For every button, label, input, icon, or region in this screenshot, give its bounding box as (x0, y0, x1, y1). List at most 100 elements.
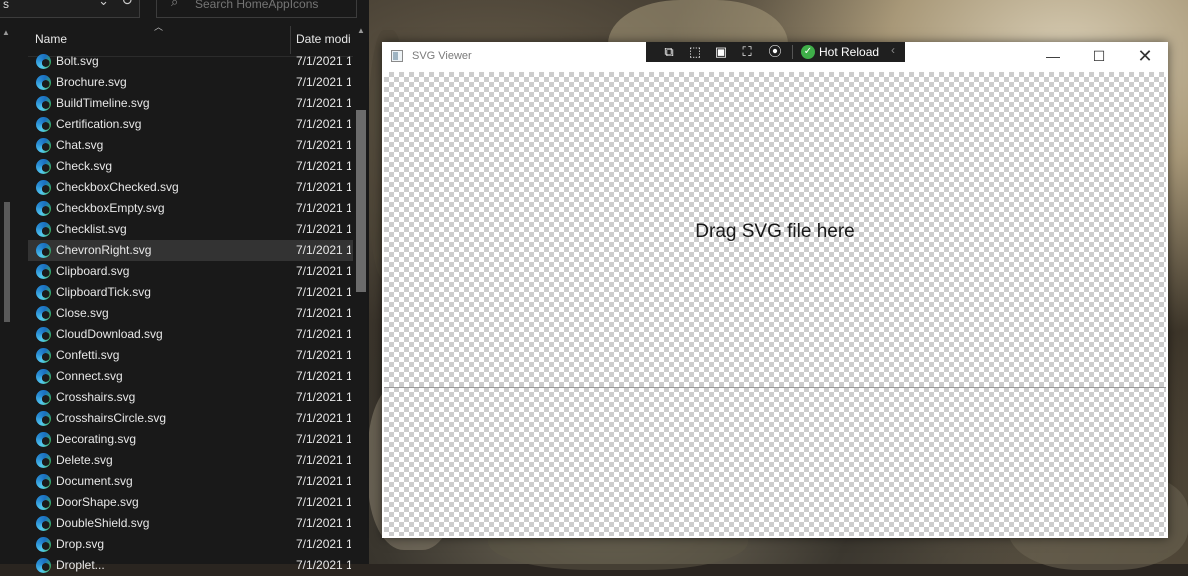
file-date-modified: 7/1/2021 1 (296, 222, 351, 236)
title-bar[interactable]: SVG Viewer ⧉ ⬚ ▣ ⛶ ⦿ ✓ Hot Reload ‹ — ☐ … (382, 42, 1168, 72)
edge-browser-icon (36, 369, 51, 384)
file-list-scrollbar-thumb[interactable] (356, 110, 366, 292)
file-row[interactable]: Crosshairs.svg 7/1/2021 1 (28, 387, 353, 408)
file-date-modified: 7/1/2021 1 (296, 474, 351, 488)
edge-browser-icon (36, 432, 51, 447)
chevron-left-icon[interactable]: ‹ (891, 43, 895, 57)
hot-reload-button[interactable]: Hot Reload (819, 45, 879, 59)
file-row[interactable]: CheckboxEmpty.svg 7/1/2021 1 (28, 198, 353, 219)
edge-browser-icon (36, 96, 51, 111)
svg-viewer-window: SVG Viewer ⧉ ⬚ ▣ ⛶ ⦿ ✓ Hot Reload ‹ — ☐ … (382, 42, 1168, 538)
edge-browser-icon (36, 390, 51, 405)
file-name: Crosshairs.svg (56, 390, 136, 404)
file-date-modified: 7/1/2021 1 (296, 411, 351, 425)
file-row[interactable]: Confetti.svg 7/1/2021 1 (28, 345, 353, 366)
toolbar-separator (792, 45, 793, 59)
file-name: Bolt.svg (56, 54, 99, 68)
svg-drop-canvas[interactable]: Drag SVG file here (384, 72, 1166, 536)
edge-browser-icon (36, 516, 51, 531)
file-row[interactable]: Clipboard.svg 7/1/2021 1 (28, 261, 353, 282)
nav-scrollbar-thumb[interactable] (4, 202, 10, 322)
file-date-modified: 7/1/2021 1 (296, 306, 351, 320)
file-row[interactable]: ClipboardTick.svg 7/1/2021 1 (28, 282, 353, 303)
check-circle-icon: ✓ (801, 45, 815, 59)
maximize-button[interactable]: ☐ (1076, 42, 1122, 72)
column-name-header[interactable]: Name (35, 32, 67, 46)
file-explorer-window: s ⌄ ↻ ⌕ ▲ Name ︿ Date modi Bolt.svg 7/1/2… (0, 0, 369, 573)
file-row[interactable]: DoubleShield.svg 7/1/2021 1 (28, 513, 353, 534)
display-layout-adorners-icon[interactable]: ▣ (712, 43, 730, 61)
file-date-modified: 7/1/2021 1 (296, 432, 351, 446)
file-name: DoorShape.svg (56, 495, 139, 509)
file-date-modified: 7/1/2021 1 (296, 348, 351, 362)
file-row[interactable]: Bolt.svg 7/1/2021 1 (28, 51, 353, 72)
file-date-modified: 7/1/2021 1 (296, 390, 351, 404)
track-focus-icon[interactable]: ⛶ (738, 43, 756, 61)
column-date-header[interactable]: Date modi (296, 32, 351, 46)
file-name: Close.svg (56, 306, 109, 320)
file-row[interactable]: Brochure.svg 7/1/2021 1 (28, 72, 353, 93)
xaml-debug-toolbar: ⧉ ⬚ ▣ ⛶ ⦿ ✓ Hot Reload ‹ (646, 42, 905, 62)
file-date-modified: 7/1/2021 1 (296, 159, 351, 173)
file-row[interactable]: Close.svg 7/1/2021 1 (28, 303, 353, 324)
file-row[interactable]: Checklist.svg 7/1/2021 1 (28, 219, 353, 240)
file-date-modified: 7/1/2021 1 (296, 285, 351, 299)
file-row[interactable]: CloudDownload.svg 7/1/2021 1 (28, 324, 353, 345)
close-button[interactable]: ✕ (1122, 42, 1168, 72)
edge-browser-icon (36, 75, 51, 90)
file-name: Connect.svg (56, 369, 123, 383)
file-name: CrosshairsCircle.svg (56, 411, 167, 425)
file-row[interactable]: CheckboxChecked.svg 7/1/2021 1 (28, 177, 353, 198)
file-list-scrollbar[interactable]: ▲ (353, 22, 369, 564)
file-row[interactable]: CrosshairsCircle.svg 7/1/2021 1 (28, 408, 353, 429)
scroll-up-arrow-icon[interactable]: ▲ (357, 26, 365, 35)
file-row[interactable]: BuildTimeline.svg 7/1/2021 1 (28, 93, 353, 114)
file-name: Delete.svg (56, 453, 113, 467)
edge-browser-icon (36, 201, 51, 216)
file-rows: Bolt.svg 7/1/2021 1 Brochure.svg 7/1/2021 1… (28, 51, 353, 576)
edge-browser-icon (36, 264, 51, 279)
file-row[interactable]: Certification.svg 7/1/2021 1 (28, 114, 353, 135)
file-name: CheckboxEmpty.svg (56, 201, 165, 215)
select-element-icon[interactable]: ⬚ (686, 43, 704, 61)
column-divider[interactable] (290, 26, 291, 54)
file-row[interactable]: Chat.svg 7/1/2021 1 (28, 135, 353, 156)
file-row[interactable]: Droplet... 7/1/2021 1 (28, 555, 353, 576)
file-date-modified: 7/1/2021 1 (296, 327, 351, 341)
file-row[interactable]: Drop.svg 7/1/2021 1 (28, 534, 353, 555)
canvas-divider (384, 387, 1166, 388)
file-date-modified: 7/1/2021 1 (296, 495, 351, 509)
window-title: SVG Viewer (412, 50, 472, 62)
file-name: CheckboxChecked.svg (56, 180, 179, 194)
search-box[interactable]: ⌕ (156, 0, 357, 18)
edge-browser-icon (36, 138, 51, 153)
file-name: Check.svg (56, 159, 113, 173)
binding-failures-icon[interactable]: ⦿ (766, 43, 784, 61)
scroll-up-arrow-icon[interactable]: ▲ (2, 28, 10, 37)
refresh-icon[interactable]: ↻ (121, 0, 133, 9)
file-date-modified: 7/1/2021 1 (296, 54, 351, 68)
file-row[interactable]: Decorating.svg 7/1/2021 1 (28, 429, 353, 450)
file-row[interactable]: Delete.svg 7/1/2021 1 (28, 450, 353, 471)
file-row[interactable]: Connect.svg 7/1/2021 1 (28, 366, 353, 387)
file-row[interactable]: Document.svg 7/1/2021 1 (28, 471, 353, 492)
search-input[interactable] (195, 0, 345, 13)
file-date-modified: 7/1/2021 1 (296, 96, 351, 110)
file-name: Drop.svg (56, 537, 105, 551)
file-name: Decorating.svg (56, 432, 137, 446)
chevron-down-icon[interactable]: ⌄ (98, 0, 109, 9)
file-date-modified: 7/1/2021 1 (296, 558, 351, 572)
minimize-button[interactable]: — (1030, 42, 1076, 72)
file-date-modified: 7/1/2021 1 (296, 201, 351, 215)
live-visual-tree-icon[interactable]: ⧉ (660, 43, 678, 61)
file-date-modified: 7/1/2021 1 (296, 117, 351, 131)
edge-browser-icon (36, 411, 51, 426)
navigation-pane: ▲ (0, 22, 14, 564)
file-name: Document.svg (56, 474, 133, 488)
file-row[interactable]: Check.svg 7/1/2021 1 (28, 156, 353, 177)
file-row[interactable]: DoorShape.svg 7/1/2021 1 (28, 492, 353, 513)
file-name: DoubleShield.svg (56, 516, 150, 530)
address-bar[interactable]: s ⌄ ↻ (0, 0, 140, 18)
file-row[interactable]: ChevronRight.svg 7/1/2021 1 (28, 240, 353, 261)
file-date-modified: 7/1/2021 1 (296, 243, 351, 257)
